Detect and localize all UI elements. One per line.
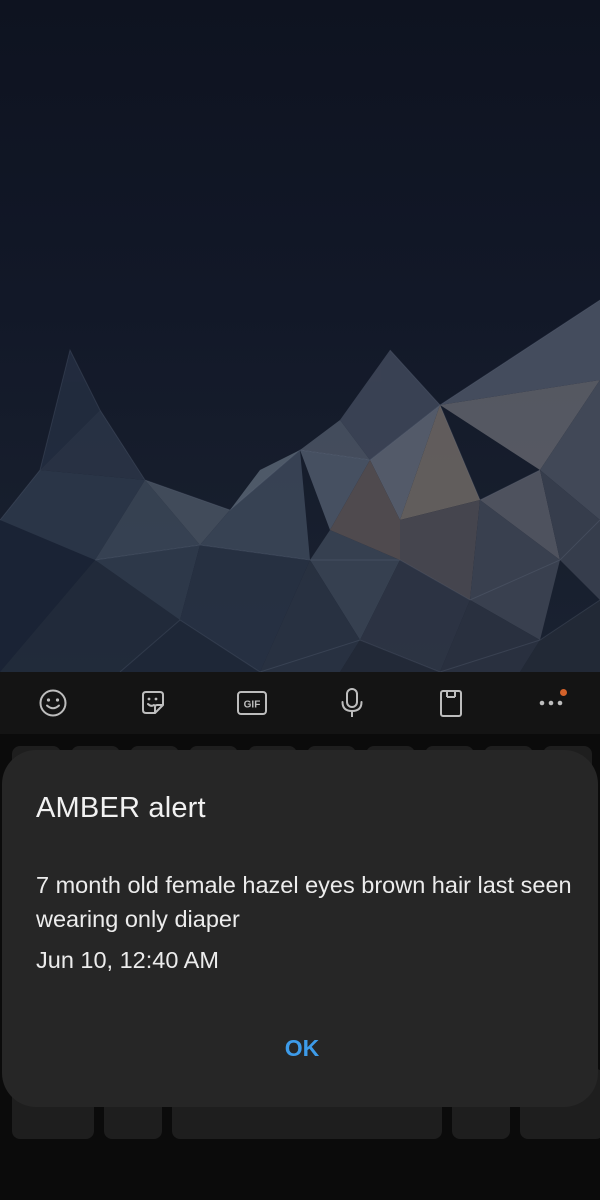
emoji-icon	[39, 689, 67, 717]
sticker-button[interactable]	[126, 676, 180, 730]
more-options-button[interactable]	[524, 676, 578, 730]
phone-screen: GIF AMBER alert 7 month old female hazel…	[0, 0, 600, 1200]
wallpaper	[0, 0, 600, 672]
notification-dot	[559, 689, 567, 696]
alert-timestamp: Jun 10, 12:40 AM	[36, 947, 219, 973]
clipboard-button[interactable]	[424, 676, 478, 730]
dialog-title: AMBER alert	[36, 792, 206, 824]
alert-message: 7 month old female hazel eyes brown hair…	[36, 872, 572, 932]
emoji-button[interactable]	[26, 676, 80, 730]
more-options-icon	[539, 700, 563, 706]
gif-icon: GIF	[237, 691, 268, 715]
sticker-icon	[141, 691, 164, 714]
keyboard-toolbar: GIF	[0, 672, 600, 734]
gif-button[interactable]: GIF	[225, 676, 279, 730]
voice-input-button[interactable]	[325, 676, 379, 730]
wallpaper-crystal-art	[0, 299, 600, 672]
clipboard-icon	[440, 690, 463, 717]
amber-alert-dialog: AMBER alert 7 month old female hazel eye…	[2, 750, 598, 1107]
ok-button[interactable]: OK	[252, 1026, 352, 1070]
microphone-icon	[341, 688, 363, 717]
gif-label: GIF	[244, 700, 261, 711]
